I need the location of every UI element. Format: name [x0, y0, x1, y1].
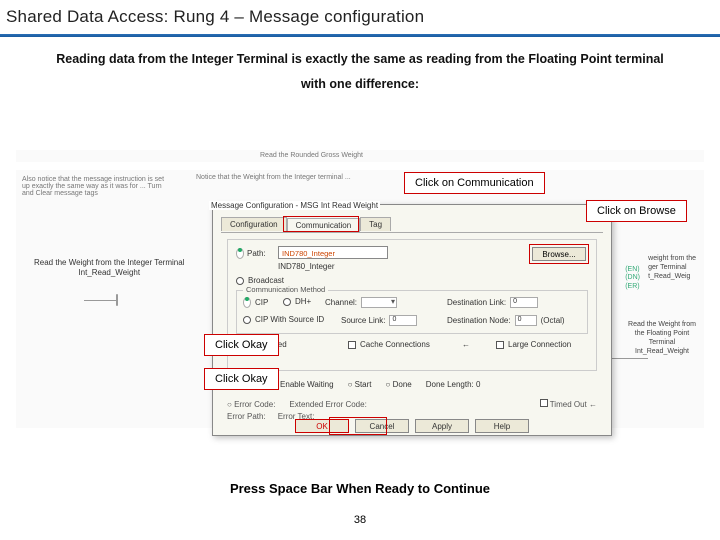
- radio-icon: [243, 316, 251, 324]
- comm-method-group: Communication Method CIP DH+ Channel: De…: [236, 290, 588, 334]
- help-button[interactable]: Help: [475, 419, 529, 433]
- checkbox-icon: [540, 399, 548, 407]
- cip-radio[interactable]: CIP: [243, 297, 268, 308]
- path-radio[interactable]: Path:: [236, 248, 266, 259]
- callout-communication: Click on Communication: [404, 172, 545, 194]
- intro-paragraph: Reading data from the Integer Terminal i…: [40, 51, 680, 69]
- cip-src-radio[interactable]: CIP With Source ID: [243, 315, 324, 324]
- radio-icon: [283, 298, 291, 306]
- message-config-dialog: Message Configuration - MSG Int Read Wei…: [212, 204, 612, 436]
- ghost-header: Read the Rounded Gross Weight: [260, 152, 363, 159]
- path-input[interactable]: IND780_Integer: [278, 246, 388, 259]
- dialog-buttons: OK Cancel Apply Help: [213, 419, 611, 433]
- dialog-title: Message Configuration - MSG Int Read Wei…: [209, 201, 380, 210]
- tab-configuration[interactable]: Configuration: [221, 217, 287, 231]
- large-conn-checkbox[interactable]: Large Connection: [496, 340, 571, 349]
- radio-icon: [243, 297, 251, 308]
- checkbox-icon: [496, 341, 504, 349]
- status-row1: ○ Enable ○ Enable Waiting ○ Start ○ Done…: [227, 380, 597, 389]
- channel-select[interactable]: [361, 297, 397, 308]
- checkbox-icon: [348, 341, 356, 349]
- title-underline: [0, 34, 720, 37]
- path-caption: IND780_Integer: [278, 262, 334, 271]
- radio-icon: [236, 277, 244, 285]
- apply-button[interactable]: Apply: [415, 419, 469, 433]
- screenshot-canvas: Read the Rounded Gross Weight Notice tha…: [16, 150, 704, 450]
- right-block: Read the Weight from the Floating Point …: [628, 320, 696, 356]
- highlight-ok: [329, 417, 387, 435]
- slide-title: Shared Data Access: Rung 4 – Message con…: [6, 7, 424, 27]
- callout-browse: Click on Browse: [586, 200, 687, 222]
- page-number: 38: [0, 514, 720, 526]
- comm-group: Path: IND780_Integer IND780_Integer Brow…: [227, 239, 597, 371]
- dest-node-input[interactable]: 0: [515, 315, 537, 326]
- highlight-browse: [529, 244, 589, 264]
- title-bar: Shared Data Access: Rung 4 – Message con…: [0, 0, 720, 34]
- highlight-comm-tab: [283, 216, 359, 232]
- dh-radio[interactable]: DH+: [283, 297, 311, 306]
- ghost-note2: Also notice that the message instruction…: [22, 176, 172, 197]
- tab-tag[interactable]: Tag: [360, 217, 391, 231]
- broadcast-radio[interactable]: Broadcast: [236, 276, 284, 285]
- callout-okay-2: Click Okay: [204, 368, 279, 390]
- left-rung-label: Read the Weight from the Integer Termina…: [34, 258, 184, 279]
- intro-difference: with one difference:: [0, 77, 720, 91]
- radio-icon: [236, 248, 244, 259]
- press-spacebar: Press Space Bar When Ready to Continue: [0, 481, 720, 496]
- status-row2: ○ Error Code: Extended Error Code: Timed…: [227, 399, 597, 409]
- cache-checkbox[interactable]: Cache Connections: [348, 340, 430, 349]
- src-link-input[interactable]: 0: [389, 315, 417, 326]
- dest-link-input[interactable]: 0: [510, 297, 538, 308]
- right-rung-snippet: weight from the ger Terminal t_Read_Weig: [648, 254, 696, 281]
- callout-okay-1: Click Okay: [204, 334, 279, 356]
- comm-method-label: Communication Method: [243, 285, 328, 294]
- right-status-tags: (EN) (DN) (ER): [625, 266, 640, 291]
